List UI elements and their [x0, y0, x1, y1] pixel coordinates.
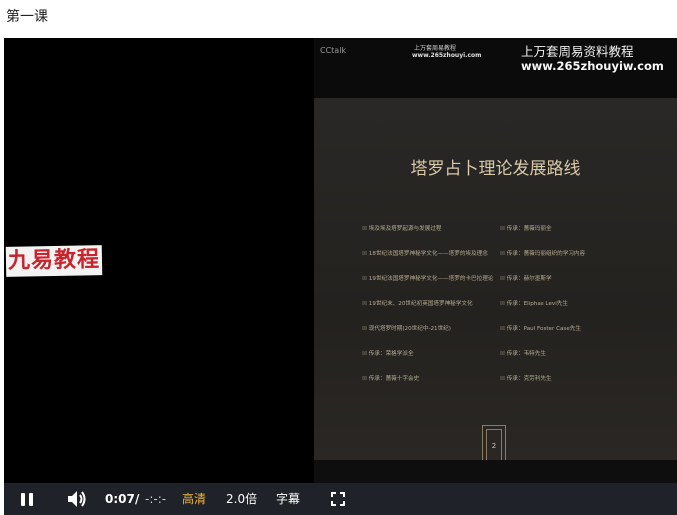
slide-right-row: 传承：韦特先生 [500, 349, 546, 357]
slide-header-bar: CCtalk 上万套周易教程 www.265zhouyi.com 上万套周易资料… [314, 38, 677, 98]
slide-right-row: 传承：赫尔墨斯学 [500, 274, 552, 282]
slide-left-row: 19世纪末、20世纪初英国塔罗神秘学文化 [362, 299, 473, 307]
slide-right-row: 传承：克劳利先生 [500, 374, 552, 382]
page-title: 第一课 [6, 9, 48, 25]
fullscreen-icon [331, 492, 345, 506]
slide-right-row: 传承：Paul Foster Case先生 [500, 324, 581, 332]
speed-button[interactable]: 2.0倍 [226, 483, 257, 515]
video-player[interactable]: 九易教程 CCtalk 上万套周易教程 www.265zhouyi.com 上万… [4, 38, 677, 515]
slide-left-row: 19世纪法国塔罗神秘学文化——塔罗的卡巴拉理论 [362, 274, 494, 282]
presentation-slide: 塔罗占卜理论发展路线 埃及埃及塔罗起源与发展过程 18世纪法国塔罗神秘学文化——… [314, 98, 677, 462]
subtitle-button[interactable]: 字幕 [276, 483, 300, 515]
brand-watermark: 九易教程 [5, 245, 103, 277]
slide-page-number: 2 [486, 429, 502, 461]
slide-left-row: 埃及埃及塔罗起源与发展过程 [362, 224, 442, 232]
pause-icon [21, 493, 33, 506]
video-left-panel: 九易教程 [4, 38, 314, 483]
slide-right-row: 传承：Eliphas Levi先生 [500, 299, 568, 307]
slide-right-row: 传承：蔷薇玛丽组织的学习内容 [500, 249, 585, 257]
time-separator: / [135, 492, 140, 506]
duration: -:-:- [145, 492, 167, 506]
slide-left-row: 18世纪法国塔罗神秘学文化——塔罗的埃及理念 [362, 249, 488, 257]
fullscreen-button[interactable] [330, 483, 346, 515]
volume-button[interactable] [66, 483, 88, 515]
slide-left-row: 传承：蔷薇十字会史 [362, 374, 419, 382]
player-control-bar: 0:07 / -:-:- 高清 2.0倍 字幕 [4, 483, 677, 515]
pause-button[interactable] [18, 483, 36, 515]
quality-button[interactable]: 高清 [182, 483, 206, 515]
slide-left-row: 传承：荣格学派全 [362, 349, 414, 357]
current-time: 0:07 [105, 492, 135, 506]
small-watermark-title: 上万套周易教程 [414, 45, 457, 52]
slide-title: 塔罗占卜理论发展路线 [410, 159, 581, 179]
slide-right-row: 传承：蔷薇玛丽全 [500, 224, 552, 232]
volume-icon [68, 491, 86, 507]
video-slide-panel: CCtalk 上万套周易教程 www.265zhouyi.com 上万套周易资料… [314, 38, 677, 483]
cctalk-label: CCtalk [320, 46, 347, 55]
watermark-title: 上万套周易资料教程 [521, 44, 634, 59]
slide-page-frame: 2 [482, 425, 506, 462]
slide-left-row: 现代塔罗时期(20世纪中-21世纪) [362, 324, 451, 332]
small-watermark-url: www.265zhouyi.com [412, 52, 482, 59]
slide-bottom-strip [314, 460, 677, 483]
watermark-url: www.265zhouyiw.com [521, 59, 664, 73]
